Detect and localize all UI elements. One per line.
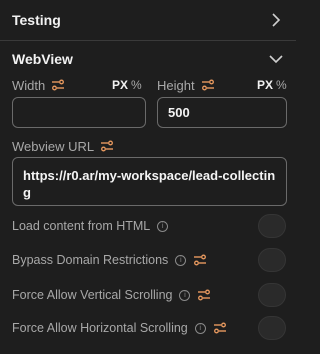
bypass-domain-label: Bypass Domain Restrictions	[12, 253, 169, 267]
info-icon[interactable]: i	[157, 220, 169, 232]
info-icon[interactable]: i	[179, 289, 191, 301]
chevron-right-icon[interactable]	[268, 12, 284, 28]
sliders-icon[interactable]	[201, 78, 215, 92]
horizontal-scroll-toggle[interactable]	[258, 316, 286, 340]
width-input[interactable]	[12, 97, 146, 128]
bypass-domain-row: Bypass Domain Restrictions i	[12, 248, 286, 272]
height-unit-percent[interactable]: %	[276, 78, 287, 92]
height-label: Height	[157, 77, 195, 93]
width-unit-selector[interactable]: PX%	[112, 78, 142, 92]
width-label-group: Width	[12, 76, 65, 94]
load-html-row: Load content from HTML i	[12, 214, 286, 238]
chevron-down-icon[interactable]	[268, 51, 284, 67]
sliders-icon[interactable]	[193, 253, 207, 267]
sliders-icon[interactable]	[51, 78, 65, 92]
sliders-icon[interactable]	[100, 139, 114, 153]
width-label: Width	[12, 77, 46, 93]
width-unit-px[interactable]: PX	[112, 78, 128, 92]
sliders-icon[interactable]	[197, 288, 211, 302]
section-divider	[0, 40, 296, 41]
testing-section-header[interactable]: Testing	[0, 8, 296, 32]
width-unit-percent[interactable]: %	[131, 78, 142, 92]
testing-section-title: Testing	[12, 12, 61, 28]
webview-url-label: Webview URL	[12, 138, 95, 154]
webview-section-header[interactable]: WebView	[0, 47, 296, 71]
horizontal-scroll-row: Force Allow Horizontal Scrolling i	[12, 316, 286, 340]
info-icon[interactable]: i	[175, 254, 187, 266]
horizontal-scroll-label: Force Allow Horizontal Scrolling	[12, 321, 188, 335]
vertical-scroll-toggle[interactable]	[258, 283, 286, 307]
height-unit-px[interactable]: PX	[257, 78, 273, 92]
webview-section-title: WebView	[12, 51, 73, 67]
load-html-toggle[interactable]	[258, 214, 286, 238]
webview-url-input[interactable]: https://r0.ar/my-workspace/lead-collecti…	[12, 157, 287, 206]
sliders-icon[interactable]	[213, 321, 227, 335]
bypass-domain-toggle[interactable]	[258, 248, 286, 272]
webview-url-label-group: Webview URL	[12, 137, 114, 155]
height-unit-selector[interactable]: PX%	[257, 78, 287, 92]
height-input[interactable]: 500	[157, 97, 287, 128]
vertical-scroll-label: Force Allow Vertical Scrolling	[12, 288, 173, 302]
vertical-scroll-row: Force Allow Vertical Scrolling i	[12, 283, 286, 307]
load-html-label: Load content from HTML	[12, 219, 151, 233]
info-icon[interactable]: i	[194, 322, 206, 334]
height-label-group: Height	[157, 76, 215, 94]
